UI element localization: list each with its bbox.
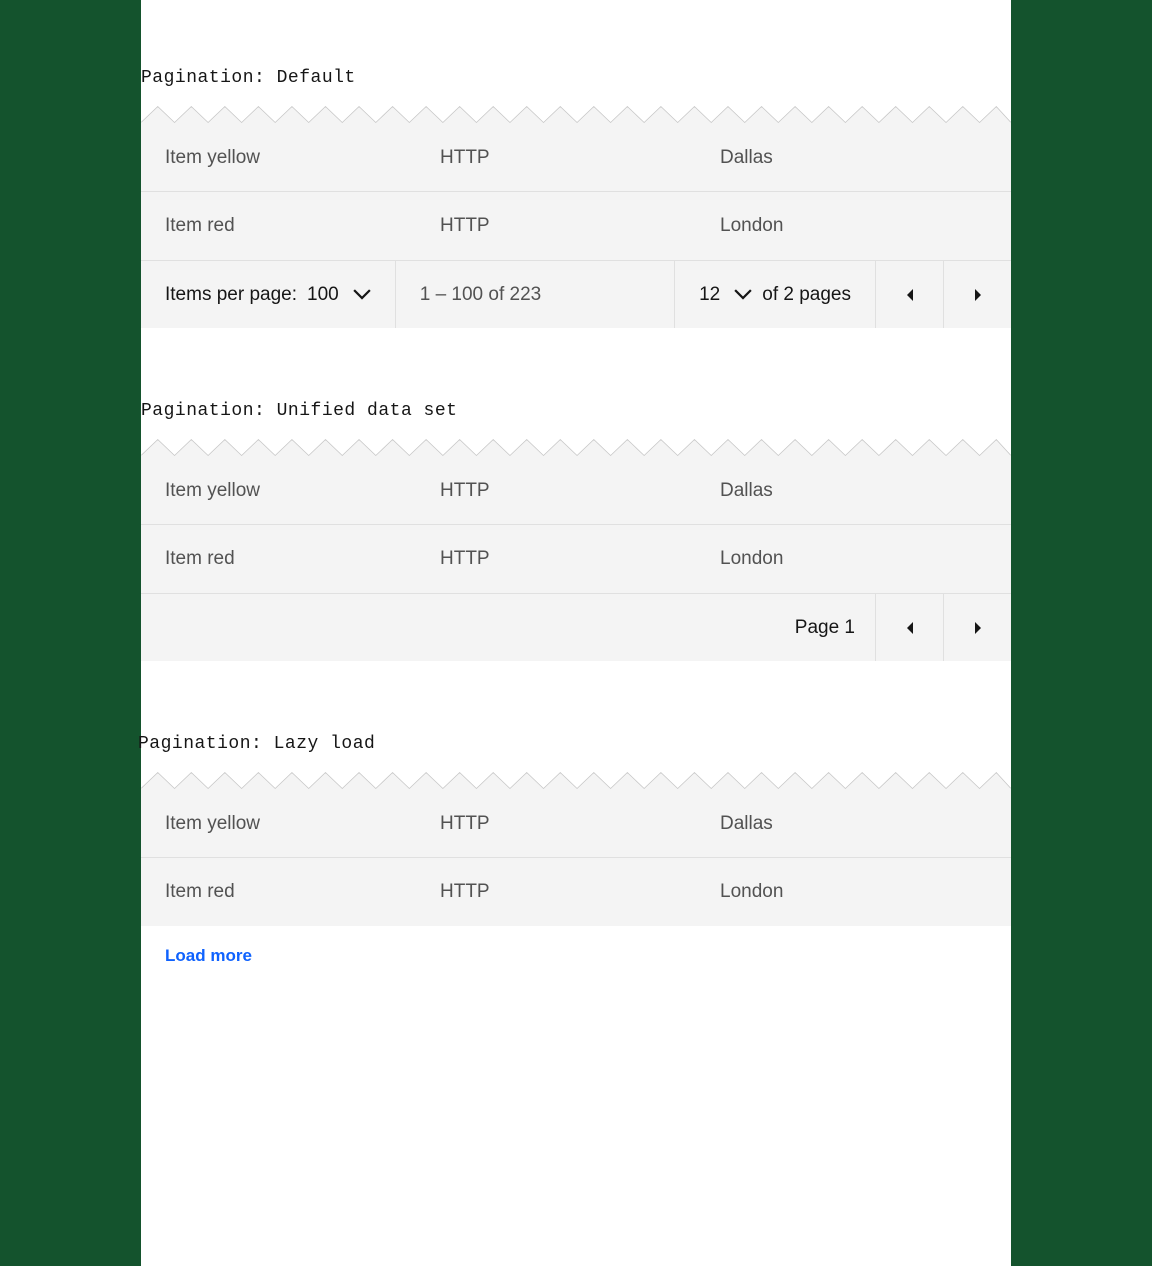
page-value: 12 (699, 284, 720, 306)
next-page-button[interactable] (943, 261, 1011, 328)
caret-right-icon (973, 621, 983, 635)
caret-left-icon (905, 288, 915, 302)
cell-protocol: HTTP (440, 548, 720, 570)
page-label: Page 1 (775, 617, 875, 639)
cell-protocol: HTTP (440, 881, 720, 903)
cell-location: Dallas (720, 480, 987, 502)
table-row: Item red HTTP London (141, 858, 1011, 926)
cell-location: London (720, 881, 987, 903)
table-row: Item yellow HTTP Dallas (141, 457, 1011, 525)
table-lazy: Item yellow HTTP Dallas Item red HTTP Lo… (141, 766, 1011, 926)
section-label-lazy: Pagination: Lazy load (138, 726, 1011, 766)
zigzag-divider (141, 433, 1011, 457)
cell-name: Item yellow (165, 147, 440, 169)
items-per-page-label: Items per page: (165, 284, 297, 306)
cell-location: London (720, 548, 987, 570)
table-row: Item red HTTP London (141, 525, 1011, 593)
next-page-button[interactable] (943, 594, 1011, 661)
pagination-bar-unified: Page 1 (141, 593, 1011, 661)
caret-right-icon (973, 288, 983, 302)
cell-name: Item red (165, 548, 440, 570)
table-default: Item yellow HTTP Dallas Item red HTTP Lo… (141, 100, 1011, 328)
zigzag-divider (141, 100, 1011, 124)
of-pages-text: of 2 pages (762, 284, 851, 306)
cell-name: Item yellow (165, 480, 440, 502)
cell-protocol: HTTP (440, 215, 720, 237)
table-row: Item yellow HTTP Dallas (141, 790, 1011, 858)
page-select[interactable]: 12 (699, 284, 752, 306)
pagination-bar-default: Items per page: 100 1 – 100 of 223 12 (141, 260, 1011, 328)
cell-location: London (720, 215, 987, 237)
cell-name: Item red (165, 881, 440, 903)
table-unified: Item yellow HTTP Dallas Item red HTTP Lo… (141, 433, 1011, 661)
prev-page-button[interactable] (875, 594, 943, 661)
cell-location: Dallas (720, 813, 987, 835)
chevron-down-icon (734, 290, 752, 300)
cell-protocol: HTTP (440, 813, 720, 835)
load-more-link[interactable]: Load more (165, 946, 252, 966)
pagination-range: 1 – 100 of 223 (420, 284, 542, 306)
caret-left-icon (905, 621, 915, 635)
chevron-down-icon (353, 290, 371, 300)
prev-page-button[interactable] (875, 261, 943, 328)
cell-location: Dallas (720, 147, 987, 169)
section-label-default: Pagination: Default (141, 60, 1011, 100)
zigzag-divider (141, 766, 1011, 790)
cell-name: Item red (165, 215, 440, 237)
cell-protocol: HTTP (440, 147, 720, 169)
section-label-unified: Pagination: Unified data set (141, 393, 1011, 433)
table-row: Item yellow HTTP Dallas (141, 124, 1011, 192)
items-per-page-value: 100 (307, 284, 339, 306)
cell-name: Item yellow (165, 813, 440, 835)
cell-protocol: HTTP (440, 480, 720, 502)
table-row: Item red HTTP London (141, 192, 1011, 260)
items-per-page-select[interactable]: 100 (307, 284, 371, 306)
